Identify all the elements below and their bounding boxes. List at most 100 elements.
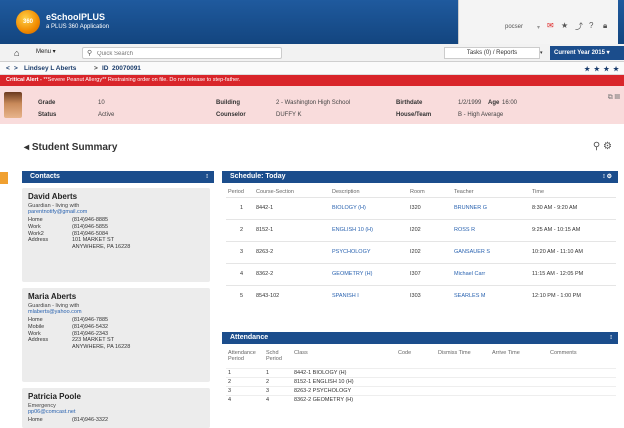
table-row[interactable]: 4 4 8362-2 GEOMETRY (H) xyxy=(226,394,616,404)
student-id-label: ID xyxy=(102,65,109,72)
grade-label: Grade xyxy=(38,100,56,106)
tasks-reports-button[interactable]: Tasks (0) / Reports xyxy=(444,47,540,59)
menu-button[interactable]: Menu ▾ xyxy=(36,48,56,55)
prev-student-icon[interactable]: < xyxy=(6,65,10,72)
contact-row: Home (814)946-7885 xyxy=(28,317,109,323)
building-label: Building xyxy=(216,100,240,106)
alert-prefix: Critical Alert - xyxy=(6,77,44,83)
year-selector[interactable]: Current Year 2015 ▾ xyxy=(550,46,624,60)
star-icon[interactable]: ★ xyxy=(561,21,568,30)
collapse-icon[interactable]: ◂ xyxy=(24,142,32,153)
separator: > xyxy=(94,65,98,72)
page-title-text: Student Summary xyxy=(31,142,118,153)
contact-row: ANYWHERE, PA 16228 xyxy=(72,244,131,251)
menu-bar: ⌂ Menu ▾ ⚲ Tasks (0) / Reports ▾ Current… xyxy=(0,44,624,62)
contact-row: Work (814)946-2343 xyxy=(28,330,109,337)
building-value: 2 - Washington High School xyxy=(276,100,351,106)
contacts-title: Contacts xyxy=(30,173,60,180)
status-value: Active xyxy=(98,112,115,118)
settings-icon[interactable]: ⚙ xyxy=(603,141,612,152)
contact-name: Maria Aberts xyxy=(28,292,77,301)
search-input[interactable] xyxy=(97,49,277,58)
help-icon[interactable]: ? xyxy=(589,21,593,30)
attendance-table: Attendance Period Schd Period Class Code… xyxy=(226,350,616,404)
bell-icon[interactable]: ✉ xyxy=(547,21,554,30)
attendance-header[interactable]: Attendance ⁝ xyxy=(222,332,618,344)
attendance-title: Attendance xyxy=(230,334,269,341)
search-icon[interactable]: ⚲ xyxy=(87,49,92,57)
counselor-value: DUFFY K xyxy=(276,112,302,118)
contact-row: Work2 (814)946-5084 xyxy=(28,230,109,237)
contact-card[interactable]: Maria Aberts Guardian - living with mlab… xyxy=(22,288,210,382)
contact-email[interactable]: pp06@comcast.net xyxy=(28,409,204,415)
contact-row: Work (814)946-5855 xyxy=(28,223,109,230)
table-row[interactable]: 4 8362-2 GEOMETRY (H) I307 Michael Carr 11:… xyxy=(226,262,616,285)
table-row[interactable]: 1 8442-1 BIOLOGY (H) I320 BRUNNER G 8:30 AM… xyxy=(226,196,616,219)
contact-card[interactable]: Patricia Poole Emergency pp06@comcast.ne… xyxy=(22,388,210,428)
schedule-header[interactable]: Schedule: Today ⁝ ⚙ xyxy=(222,171,618,183)
age-value: 16:00 xyxy=(502,100,518,106)
age-label: Age xyxy=(488,100,500,106)
home-icon[interactable]: ⌂ xyxy=(14,48,19,58)
attendance-pin-icon[interactable]: ⁝ xyxy=(610,332,612,344)
col-dismiss-time: Dismiss Time xyxy=(438,350,471,356)
contact-name: Patricia Poole xyxy=(28,392,81,401)
student-info-bar: Grade 10 Status Active Building 2 - Wash… xyxy=(0,86,624,124)
header-toolbar: pocser ▾ ✉ ★ ⤴ ? 🔒︎ xyxy=(458,0,618,44)
contact-email[interactable]: mlaberts@yahoo.com xyxy=(28,309,204,315)
side-tab[interactable] xyxy=(0,172,8,184)
critical-alert: Critical Alert - **Severe Peanut Allergy… xyxy=(0,75,624,86)
table-row[interactable]: 1 1 8442-1 BIOLOGY (H) xyxy=(226,367,616,377)
schedule-table: Period Course-Section Description Room T… xyxy=(226,187,616,307)
birthdate-label: Birthdate xyxy=(396,100,423,106)
app-title: eSchoolPLUS xyxy=(46,12,106,22)
search-icon[interactable]: ⚲ xyxy=(593,141,600,152)
info-tools-icon[interactable]: ⧉ ▤ xyxy=(608,94,620,102)
table-row[interactable]: 2 2 8152-1 ENGLISH 10 (H) xyxy=(226,376,616,386)
user-menu[interactable]: pocser xyxy=(505,24,523,30)
alert-flags-icon[interactable]: ★ ★ ★ ★ xyxy=(584,65,620,73)
lock-icon[interactable]: 🔒︎ xyxy=(603,21,607,31)
col-teacher: Teacher xyxy=(454,188,474,195)
summary-tools: ⚲ ⚙ xyxy=(593,141,612,152)
share-icon[interactable]: ⤴ xyxy=(575,21,583,32)
contact-card[interactable]: David Aberts Guardian - living with pare… xyxy=(22,188,210,282)
house-team-label: House/Team xyxy=(396,112,432,118)
col-class: Class xyxy=(294,350,308,356)
col-arrive-time: Arrive Time xyxy=(492,350,520,356)
table-row[interactable]: 3 3 8263-2 PSYCHOLOGY xyxy=(226,385,616,395)
alert-text: **Severe Peanut Allergy** Restraining or… xyxy=(43,77,241,83)
app-subtitle: a PLUS 360 Application xyxy=(46,24,110,30)
contact-email[interactable]: parentnotify@gmail.com xyxy=(28,209,204,215)
table-row[interactable]: 5 8543-102 SPANISH I I303 SEARLES M 12:10 P… xyxy=(226,284,616,307)
col-time: Time xyxy=(532,188,545,195)
user-dropdown-icon[interactable]: ▾ xyxy=(537,24,540,31)
contacts-pin-icon[interactable]: ⁝ xyxy=(206,171,208,183)
col-code: Code xyxy=(398,350,412,356)
contact-row: Address 223 MARKET ST xyxy=(28,337,115,344)
table-row[interactable]: 2 8152-1 ENGLISH 10 (H) I202 ROSS R 9:25 AM… xyxy=(226,218,616,241)
quick-search: ⚲ xyxy=(82,47,282,59)
student-id: 20070091 xyxy=(112,65,141,72)
tasks-dropdown-icon[interactable]: ▾ xyxy=(540,47,548,59)
contact-row: Address 101 MARKET ST xyxy=(28,237,115,244)
col-schd-period: Schd Period xyxy=(266,350,282,362)
col-room: Room xyxy=(410,188,425,195)
schedule-tools-icon[interactable]: ⁝ ⚙ xyxy=(603,171,612,183)
counselor-label: Counselor xyxy=(216,112,246,118)
contact-row: ANYWHERE, PA 16228 xyxy=(72,344,131,351)
col-comments: Comments xyxy=(550,350,577,356)
student-name[interactable]: Lindsey L Aberts xyxy=(24,65,76,72)
contact-row: Mobile (814)946-5432 xyxy=(28,323,109,330)
contact-row: Home (814)946-3322 xyxy=(28,417,109,423)
table-row[interactable]: 3 8263-2 PSYCHOLOGY I202 GANSAUER S 10:20 A… xyxy=(226,240,616,263)
col-attendance-period: Attendance Period xyxy=(228,350,256,362)
contact-name: David Aberts xyxy=(28,192,78,201)
col-course-section: Course-Section xyxy=(256,188,294,195)
student-photo[interactable] xyxy=(4,92,22,118)
birthdate-value: 1/2/1999 xyxy=(458,100,482,106)
contacts-header[interactable]: Contacts ⁝ xyxy=(22,171,214,183)
next-student-icon[interactable]: > xyxy=(14,65,18,72)
contact-row: Home (814)946-8885 xyxy=(28,217,109,223)
app-logo[interactable]: 360 xyxy=(16,10,40,34)
